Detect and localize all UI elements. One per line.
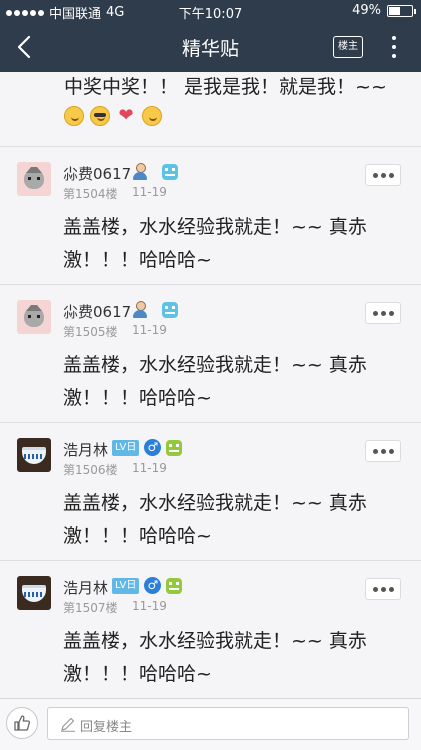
partial-post: 中奖中奖！！ 是我是我！就是我！~~ ❤	[0, 72, 421, 144]
post-content: 盖盖楼，水水经验我就走！~~ 真赤激！！！哈哈哈~	[63, 354, 367, 409]
nav-header: 精华贴 楼主	[0, 22, 421, 72]
post-more-button[interactable]	[365, 440, 401, 462]
username[interactable]: 尛费0617	[63, 301, 131, 322]
level-badge: LV日	[112, 439, 140, 456]
battery-percent: 49%	[352, 3, 381, 18]
robot-badge-icon	[166, 577, 183, 594]
pencil-icon	[61, 717, 75, 732]
post-feed[interactable]: 中奖中奖！！ 是我是我！就是我！~~ ❤ 尛费0617 第1504楼 11-19…	[0, 72, 421, 698]
post-date: 11-19	[132, 185, 167, 199]
like-button[interactable]	[6, 707, 38, 739]
reply-input[interactable]: 回复楼主	[47, 707, 409, 740]
post-content: 盖盖楼，水水经验我就走！~~ 真赤激！！！哈哈哈~	[63, 630, 367, 685]
user-badge-icon	[132, 301, 148, 318]
post-date: 11-19	[132, 599, 167, 613]
post-date: 11-19	[132, 323, 167, 337]
avatar[interactable]	[17, 576, 51, 610]
post-item: 浩月林 LV日 ♂ 第1506楼 11-19 盖盖楼，水水经验我就走！~~ 真赤…	[0, 422, 421, 560]
username[interactable]: 浩月林	[63, 439, 108, 460]
robot-badge-icon	[166, 439, 183, 456]
battery-icon	[387, 4, 416, 17]
post-content: 盖盖楼，水水经验我就走！~~ 真赤激！！！哈哈哈~	[63, 492, 367, 547]
only-owner-button[interactable]: 楼主	[333, 36, 363, 58]
post-more-button[interactable]	[365, 164, 401, 186]
thumbs-up-icon	[14, 715, 31, 731]
avatar[interactable]	[17, 300, 51, 334]
post-item: 浩月林 LV日 ♂ 第1507楼 11-19 盖盖楼，水水经验我就走！~~ 真赤…	[0, 560, 421, 698]
more-options-icon[interactable]	[388, 34, 400, 60]
floor-number: 第1505楼	[63, 325, 118, 339]
sunglasses-emoji-icon	[90, 106, 110, 126]
avatar[interactable]	[17, 162, 51, 196]
male-gender-icon: ♂	[144, 439, 162, 456]
reply-placeholder: 回复楼主	[80, 720, 133, 735]
post-item: 尛费0617 第1504楼 11-19 盖盖楼，水水经验我就走！~~ 真赤激！！…	[0, 146, 421, 284]
bottom-bar: 回复楼主	[0, 698, 421, 750]
post-more-button[interactable]	[365, 578, 401, 600]
post-content: 中奖中奖！！ 是我是我！就是我！~~	[64, 76, 387, 98]
surprised-emoji-icon	[64, 106, 84, 126]
hug-emoji-icon	[142, 106, 162, 126]
hearts-emoji-icon: ❤	[118, 105, 134, 126]
floor-number: 第1504楼	[63, 187, 118, 201]
robot-badge-icon	[162, 163, 178, 180]
post-content: 盖盖楼，水水经验我就走！~~ 真赤激！！！哈哈哈~	[63, 216, 367, 271]
level-badge: LV日	[112, 577, 140, 594]
post-date: 11-19	[132, 461, 167, 475]
avatar[interactable]	[17, 438, 51, 472]
floor-number: 第1506楼	[63, 463, 118, 477]
username[interactable]: 浩月林	[63, 577, 108, 598]
user-badge-icon	[132, 163, 148, 180]
robot-badge-icon	[162, 301, 178, 318]
post-item: 尛费0617 第1505楼 11-19 盖盖楼，水水经验我就走！~~ 真赤激！！…	[0, 284, 421, 422]
username[interactable]: 尛费0617	[63, 163, 131, 184]
floor-number: 第1507楼	[63, 601, 118, 615]
post-more-button[interactable]	[365, 302, 401, 324]
status-bar: 中国联通 4G 下午10:07 49%	[0, 0, 421, 22]
male-gender-icon: ♂	[144, 577, 162, 594]
